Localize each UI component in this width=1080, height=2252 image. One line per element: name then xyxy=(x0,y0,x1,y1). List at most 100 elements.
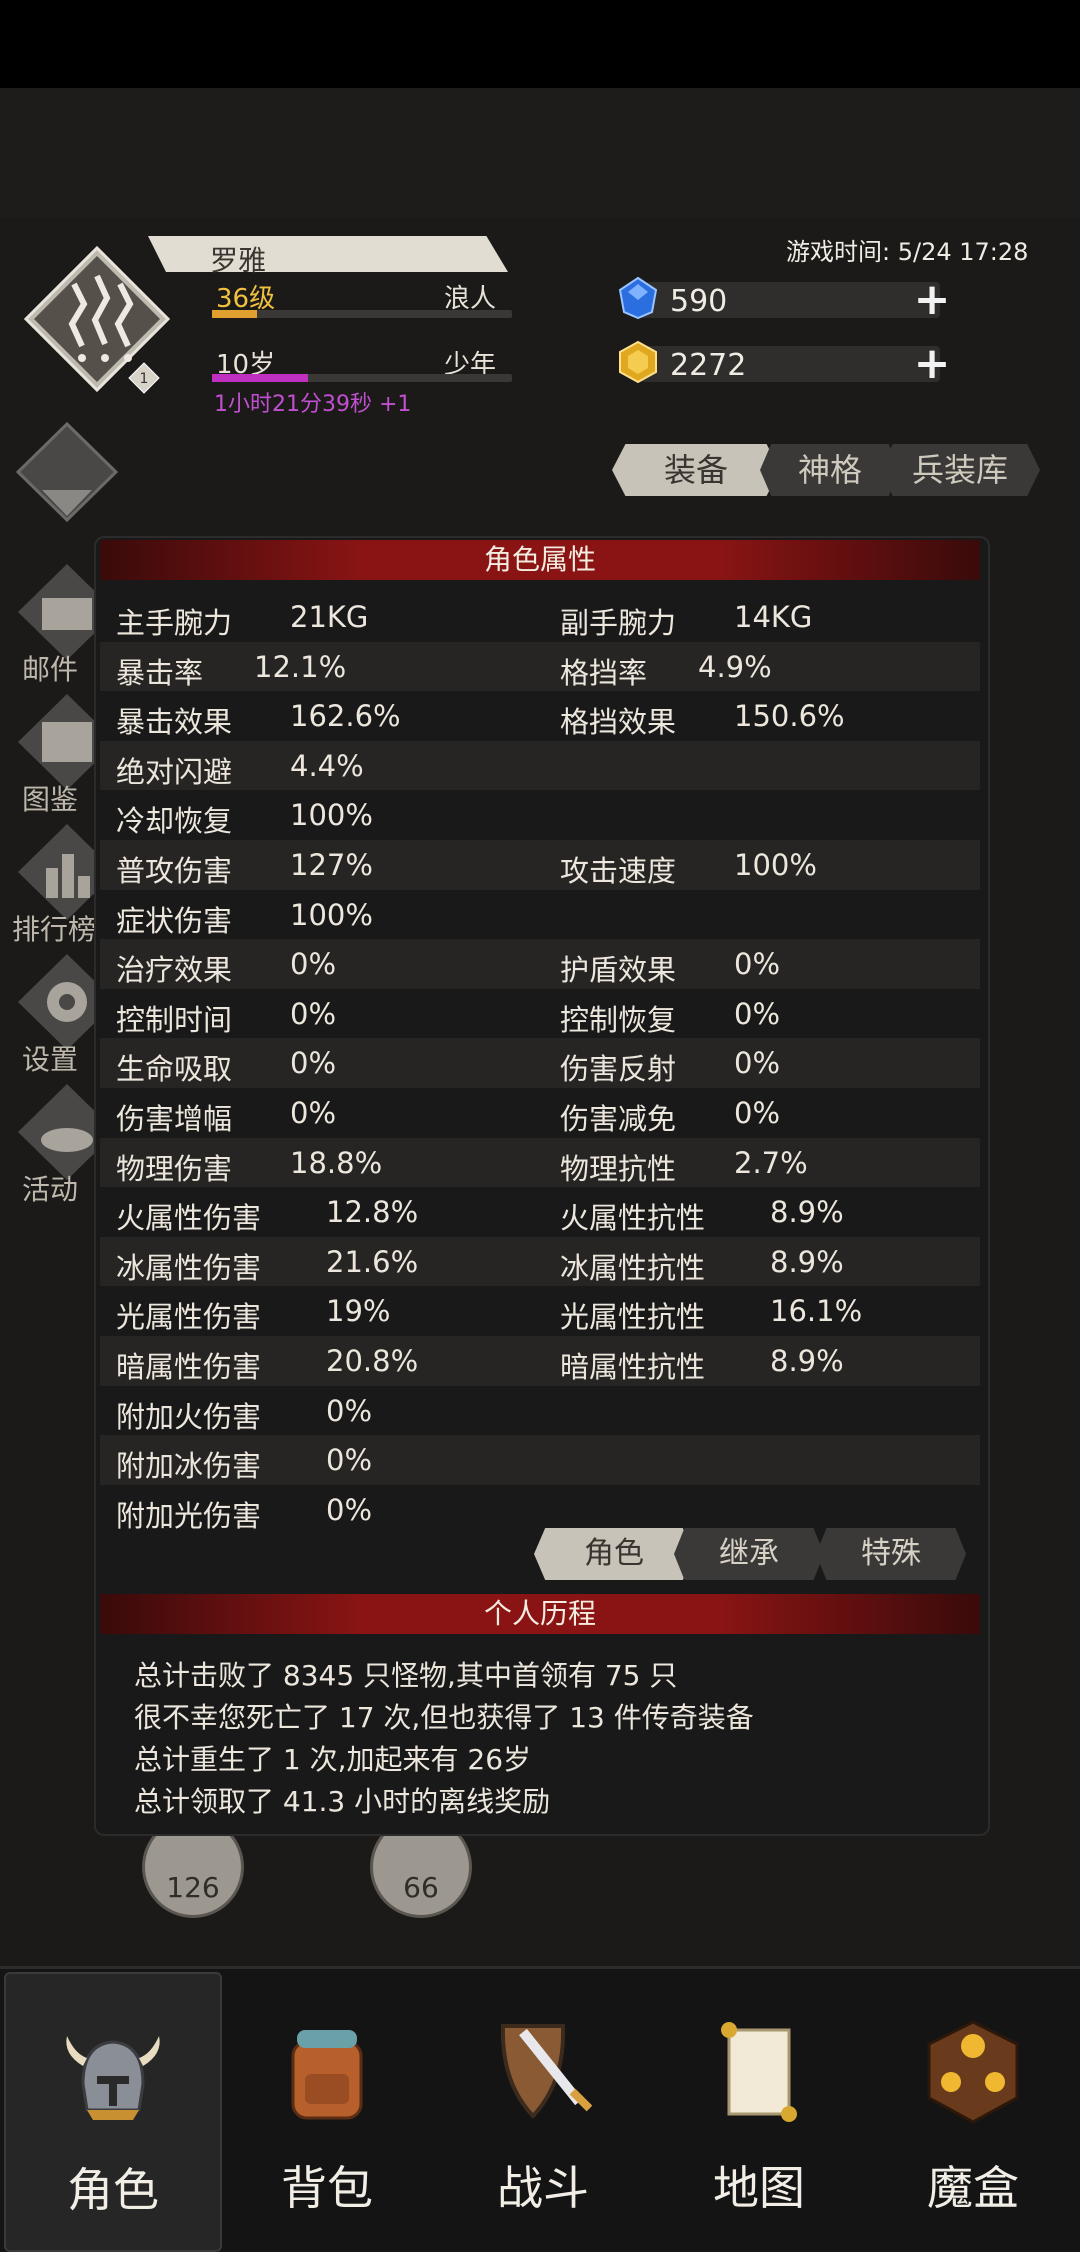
nav-map[interactable]: 地图 xyxy=(652,1972,866,2248)
attribute-label: 症状伤害 xyxy=(116,903,233,938)
attribute-value: 18.8% xyxy=(290,1145,383,1180)
attribute-label: 伤害反射 xyxy=(560,1052,677,1087)
history-line: 总计击败了 8345 只怪物,其中首领有 75 只 xyxy=(134,1659,678,1692)
attribute-value: 20.8% xyxy=(326,1344,419,1378)
side-label-events: 活动 xyxy=(22,1173,79,1206)
subtab-character[interactable]: 角色 xyxy=(534,1528,694,1580)
attribute-value: 14KG xyxy=(734,600,813,634)
attribute-value: 0% xyxy=(326,1443,373,1478)
nav-battle[interactable]: 战斗 xyxy=(436,1972,650,2248)
nav-backpack[interactable]: 背包 xyxy=(220,1972,434,2248)
gold-count: 2272 xyxy=(670,348,747,383)
attribute-row: 症状伤害 100% xyxy=(100,890,980,940)
attribute-row: 伤害增幅 0% 伤害减免 0% xyxy=(100,1088,980,1138)
character-name: 罗雅 xyxy=(210,244,267,277)
header-background xyxy=(0,88,1080,218)
attribute-value: 8.9% xyxy=(770,1244,844,1279)
sword-shield-icon xyxy=(500,2024,593,2119)
attribute-row: 附加冰伤害 0% xyxy=(100,1435,980,1485)
attribute-value: 2.7% xyxy=(734,1145,808,1180)
attribute-label: 附加光伤害 xyxy=(116,1498,262,1533)
status-bar xyxy=(0,0,1080,88)
xp-bar xyxy=(212,310,512,318)
attribute-label: 普攻伤害 xyxy=(116,854,233,888)
attribute-label: 附加火伤害 xyxy=(116,1399,262,1434)
attribute-value: 8.9% xyxy=(770,1195,844,1230)
attribute-label: 主手腕力 xyxy=(116,606,233,640)
nav-magic-box[interactable]: 魔盒 xyxy=(866,1972,1080,2248)
xp-bar-fill xyxy=(212,310,257,318)
attribute-row: 普攻伤害 127% 攻击速度 100% xyxy=(100,840,980,890)
attribute-value: 0% xyxy=(734,1046,781,1081)
magic-box-icon xyxy=(927,2020,1019,2124)
menu-toggle-icon[interactable] xyxy=(12,420,122,530)
attribute-label: 伤害增幅 xyxy=(116,1102,233,1136)
attribute-row: 附加火伤害 0% xyxy=(100,1386,980,1436)
attribute-label: 攻击速度 xyxy=(560,854,677,888)
nav-character[interactable]: 角色 xyxy=(4,1972,222,2252)
attribute-row: 暴击效果 162.6% 格挡效果 150.6% xyxy=(100,691,980,741)
age-bar-fill xyxy=(212,374,308,382)
attribute-row: 暴击率 12.1% 格挡率 4.9% xyxy=(100,641,980,692)
name-plate xyxy=(148,236,508,272)
attribute-value: 100% xyxy=(290,798,373,833)
attribute-label: 冰属性伤害 xyxy=(116,1250,262,1285)
nav-label: 战斗 xyxy=(497,2161,589,2215)
backpack-icon xyxy=(291,2030,363,2120)
attribute-label: 暴击效果 xyxy=(116,705,233,740)
add-gems-button[interactable]: + xyxy=(912,278,952,322)
tab-divinity[interactable]: 神格 xyxy=(760,444,900,496)
attribute-label: 格挡率 xyxy=(560,655,648,690)
subtab-special[interactable]: 特殊 xyxy=(816,1528,966,1580)
level-badge: 1 xyxy=(128,362,160,394)
attribute-value: 127% xyxy=(290,848,373,882)
attribute-row: 主手腕力 21KG 副手腕力 14KG xyxy=(100,592,980,642)
add-gold-button[interactable]: + xyxy=(912,342,952,386)
attribute-label: 火属性抗性 xyxy=(560,1201,706,1236)
attribute-value: 0% xyxy=(734,1096,781,1130)
attribute-label: 光属性抗性 xyxy=(560,1300,706,1335)
nav-label: 背包 xyxy=(281,2161,373,2215)
attribute-row: 控制时间 0% 控制恢复 0% xyxy=(100,989,980,1039)
history-line: 总计重生了 1 次,加起来有 26岁 xyxy=(134,1743,532,1776)
gold-coin-icon xyxy=(619,340,657,384)
attribute-value: 8.9% xyxy=(770,1344,844,1378)
attribute-label: 冰属性抗性 xyxy=(560,1250,706,1285)
attribute-value: 12.8% xyxy=(326,1195,419,1230)
tab-armory[interactable]: 兵装库 xyxy=(880,444,1040,496)
helmet-icon xyxy=(66,2036,160,2120)
tab-equipment[interactable]: 装备 xyxy=(612,444,780,496)
attribute-value: 0% xyxy=(734,947,781,982)
side-label-codex: 图鉴 xyxy=(22,783,79,816)
attribute-label: 伤害减免 xyxy=(560,1102,677,1136)
attribute-value: 21.6% xyxy=(326,1244,419,1279)
attribute-value: 0% xyxy=(290,1046,337,1081)
attribute-label: 护盾效果 xyxy=(560,953,677,988)
nav-label: 魔盒 xyxy=(927,2161,1019,2215)
attribute-row: 生命吸取 0% 伤害反射 0% xyxy=(100,1038,980,1088)
history-line: 很不幸您死亡了 17 次,但也获得了 13 件传奇装备 xyxy=(134,1701,754,1734)
attribute-value: 0% xyxy=(290,947,337,982)
attribute-value: 0% xyxy=(734,996,781,1031)
attribute-label: 物理抗性 xyxy=(560,1151,677,1186)
attribute-row: 治疗效果 0% 护盾效果 0% xyxy=(100,939,980,989)
stat-dial-value: 126 xyxy=(166,1871,220,1904)
scroll-map-icon xyxy=(721,2022,797,2122)
attribute-row: 绝对闪避 4.4% xyxy=(100,740,980,791)
attribute-value: 21KG xyxy=(290,600,369,634)
side-label-settings: 设置 xyxy=(22,1043,79,1076)
attribute-value: 12.1% xyxy=(254,649,347,684)
subtab-inherit[interactable]: 继承 xyxy=(674,1528,824,1580)
attribute-value: 162.6% xyxy=(290,699,401,734)
attribute-label: 物理伤害 xyxy=(116,1151,233,1186)
attribute-row: 冷却恢复 100% xyxy=(100,790,980,840)
age-timer: 1小时21分39秒 +1 xyxy=(214,392,412,417)
attribute-value: 4.9% xyxy=(698,649,772,684)
level-badge-text: 1 xyxy=(140,371,149,387)
attribute-value: 16.1% xyxy=(770,1294,863,1329)
side-label-mail: 邮件 xyxy=(22,653,79,686)
attribute-label: 暗属性抗性 xyxy=(560,1350,706,1384)
history-line: 总计领取了 41.3 小时的离线奖励 xyxy=(134,1785,551,1818)
game-time: 游戏时间: 5/24 17:28 xyxy=(786,238,1029,266)
attribute-label: 副手腕力 xyxy=(560,606,677,640)
